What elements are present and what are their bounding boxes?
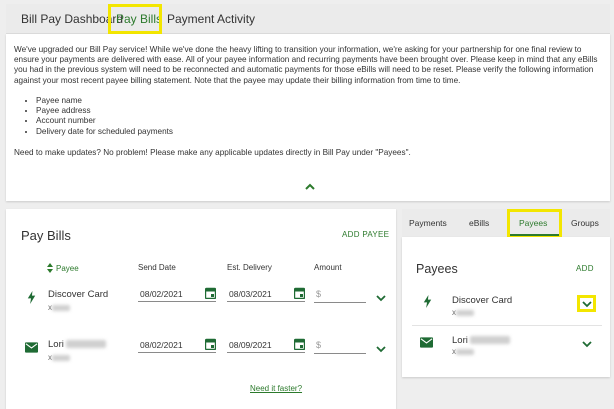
chevron-down-icon[interactable] — [376, 295, 386, 302]
payee-name: Lori — [48, 339, 107, 350]
chevron-down-icon[interactable] — [582, 341, 592, 348]
payee-account-masked: x — [48, 353, 70, 362]
payee-column-label: Payee — [56, 263, 79, 273]
payees-title: Payees — [416, 262, 458, 276]
tab-payment-activity[interactable]: Payment Activity — [167, 4, 255, 34]
list-item: Payee address — [36, 106, 173, 116]
chevron-up-icon[interactable] — [304, 182, 316, 192]
tab-payees[interactable]: Payees — [519, 209, 547, 237]
list-item: Payee name — [36, 96, 173, 106]
upgrade-notice-text: We've upgraded our Bill Pay service! Whi… — [14, 45, 598, 85]
list-item: Account number — [36, 116, 173, 126]
tab-payments[interactable]: Payments — [409, 209, 447, 237]
update-instructions-text: Need to make updates? No problem! Please… — [14, 148, 411, 157]
calendar-icon[interactable] — [294, 287, 305, 299]
send-date-input[interactable]: 08/02/2021 — [138, 285, 216, 302]
pay-bills-title: Pay Bills — [21, 228, 71, 243]
amount-column-header: Amount — [314, 263, 342, 272]
est-delivery-input[interactable]: 08/09/2021 — [227, 336, 305, 353]
lightning-icon — [27, 291, 36, 304]
calendar-icon[interactable] — [294, 338, 305, 350]
need-it-faster-link[interactable]: Need it faster? — [250, 384, 302, 393]
tab-groups[interactable]: Groups — [571, 209, 599, 237]
right-tab-bar: Payments eBills Payees Groups — [402, 209, 610, 237]
amount-input[interactable]: $ — [314, 286, 366, 303]
calendar-icon[interactable] — [205, 287, 216, 299]
est-delivery-input[interactable]: 08/03/2021 — [227, 285, 305, 302]
envelope-icon — [25, 342, 38, 353]
tab-pay-bills[interactable]: Pay Bills — [116, 4, 162, 34]
calendar-icon[interactable] — [205, 338, 216, 350]
envelope-icon — [420, 337, 433, 348]
payee-column-header[interactable]: Payee — [47, 263, 79, 273]
chevron-down-icon[interactable] — [582, 301, 592, 308]
top-tab-bar: Bill Pay Dashboard Pay Bills Payment Act… — [6, 4, 610, 34]
tab-ebills[interactable]: eBills — [469, 209, 489, 237]
add-payee-button[interactable]: ADD PAYEE — [342, 230, 389, 239]
active-tab-indicator — [510, 234, 559, 236]
est-delivery-column-header: Est. Delivery — [227, 263, 272, 272]
payee-name: Discover Card — [48, 289, 109, 300]
payee-account-masked: x — [452, 308, 474, 317]
payee-account-masked: x — [452, 347, 474, 356]
add-payee-button[interactable]: ADD — [576, 264, 594, 273]
verification-list: Payee name Payee address Account number … — [36, 96, 173, 137]
list-item: Delivery date for scheduled payments — [36, 127, 173, 137]
tab-bill-pay-dashboard[interactable]: Bill Pay Dashboard — [21, 4, 123, 34]
amount-input[interactable]: $ — [314, 337, 366, 354]
divider — [412, 325, 602, 326]
upgrade-notice-panel: We've upgraded our Bill Pay service! Whi… — [6, 34, 610, 201]
payee-name: Lori — [452, 335, 511, 346]
chevron-down-icon[interactable] — [376, 346, 386, 353]
payee-account-masked: x — [48, 303, 70, 312]
payee-name: Discover Card — [452, 295, 513, 306]
lightning-icon — [423, 295, 432, 308]
payees-panel: Payees ADD Discover Card x Lori x — [402, 237, 610, 377]
send-date-input[interactable]: 08/02/2021 — [138, 336, 216, 353]
sort-icon — [47, 263, 53, 273]
send-date-column-header: Send Date — [138, 263, 176, 272]
pay-bills-panel: Pay Bills ADD PAYEE Payee Send Date Est.… — [6, 209, 396, 409]
